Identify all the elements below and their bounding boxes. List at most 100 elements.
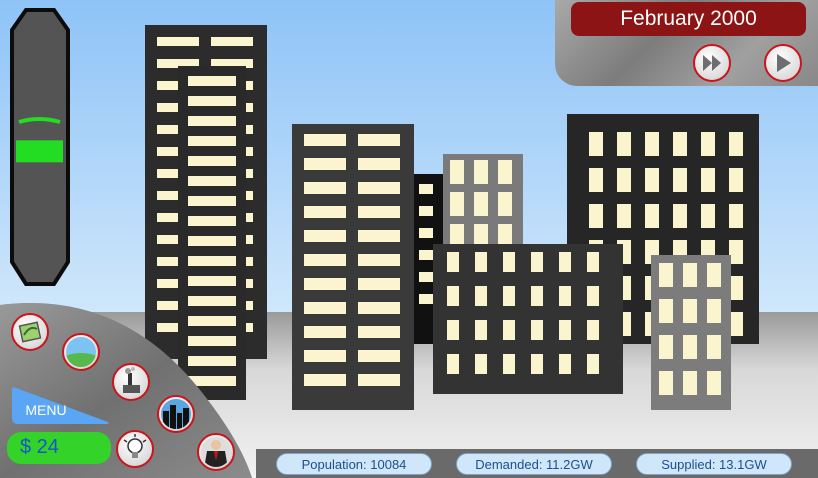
building-window [673,132,687,156]
building-window [559,286,571,306]
building-window [358,230,400,242]
fast-forward-button[interactable] [693,44,731,82]
building-window [450,160,464,184]
building-window [474,192,488,216]
building-window [707,335,721,359]
building-window [419,228,433,238]
building-window [729,240,743,264]
building-window [474,160,488,184]
building-window [559,252,571,272]
building-window [531,320,543,340]
building-window [419,250,433,260]
building-window [589,204,603,228]
building-window [304,374,346,386]
building-window [304,350,346,362]
businessman-icon [201,437,231,467]
building-window [587,252,599,272]
building-window [617,168,631,192]
building-window [683,371,697,395]
building-window [673,204,687,228]
building-window [447,320,459,340]
building-window [358,326,400,338]
building-window [559,354,571,374]
building-center-wide [433,244,623,394]
building-window [503,252,515,272]
landscape-tool-button[interactable] [62,333,100,371]
building-window [729,132,743,156]
building-window [531,286,543,306]
building-window [304,326,346,338]
building-window [419,184,433,194]
building-window [659,263,673,287]
building-window [304,134,346,146]
building-window [475,354,487,374]
map-icon [18,321,42,343]
building-window [531,252,543,272]
date-display: February 2000 [571,2,806,36]
play-icon [777,54,791,72]
building-mid-grey [443,154,523,254]
population-display: Population: 10084 [276,453,432,475]
money-value: $ 24 [20,436,59,458]
building-window [475,252,487,272]
building-window [587,320,599,340]
fast-forward-icon [703,55,721,71]
building-mid-left [292,124,414,410]
building-window [358,302,400,314]
building-window [304,182,346,194]
building-window [419,294,433,304]
map-tool-button[interactable] [11,313,49,351]
building-window [559,320,571,340]
building-window [358,350,400,362]
building-window [701,132,715,156]
lightbulb-icon [123,434,147,458]
building-window [447,286,459,306]
building-window [707,263,721,287]
building-window [447,354,459,374]
building-window [659,371,673,395]
building-window [503,354,515,374]
building-window [683,263,697,287]
building-window [304,302,346,314]
building-window [358,134,400,146]
building-window [419,206,433,216]
building-window [645,168,659,192]
building-window [683,335,697,359]
building-window [587,354,599,374]
building-window [729,168,743,192]
building-window [358,278,400,290]
supplied-power-display: Supplied: 13.1GW [636,453,792,475]
building-window [358,158,400,170]
building-window [304,254,346,266]
building-window [645,132,659,156]
building-window [503,286,515,306]
building-window [701,204,715,228]
building-window [475,286,487,306]
building-window [498,192,512,216]
city-tool-button[interactable] [157,395,195,433]
building-window [589,132,603,156]
building-window [645,204,659,228]
building-window [358,206,400,218]
power-plant-tool-button[interactable] [112,363,150,401]
building-window [304,206,346,218]
advisor-tool-button[interactable] [197,433,235,471]
building-window [304,230,346,242]
building-window [729,276,743,300]
building-window [358,254,400,266]
building-window [617,204,631,228]
building-window [729,204,743,228]
landscape-icon [66,337,96,367]
idea-tool-button[interactable] [116,430,154,468]
menu-label: MENU [25,402,67,418]
building-window [358,182,400,194]
building-window [707,299,721,323]
building-window [503,320,515,340]
building-window [589,168,603,192]
play-button[interactable] [764,44,802,82]
building-window [617,132,631,156]
building-window [419,272,433,282]
building-window [304,278,346,290]
building-window [587,286,599,306]
building-right-grey [651,255,731,410]
